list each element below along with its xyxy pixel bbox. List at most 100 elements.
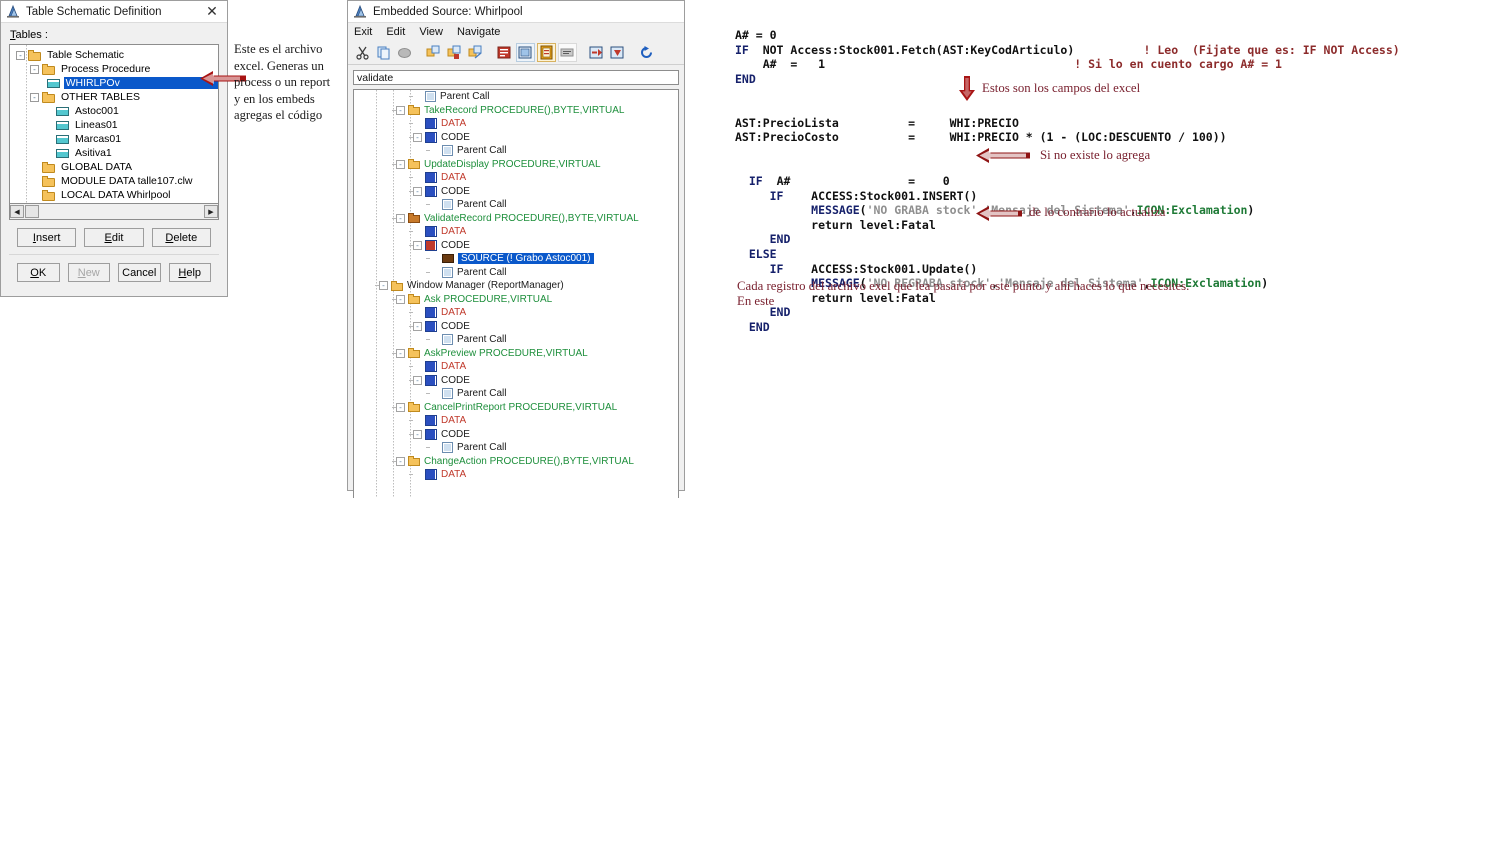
move-up-icon[interactable]	[587, 43, 606, 62]
embed-tree-item[interactable]: Parent Call	[354, 144, 678, 158]
tree-expander-icon[interactable]: -	[379, 281, 388, 291]
tables-tree-item[interactable]: MODULE DATA talle107.clw	[10, 174, 218, 188]
tree-expander-icon[interactable]: -	[30, 92, 39, 102]
embed-tree-item[interactable]: - ValidateRecord PROCEDURE(),BYTE,VIRTUAL	[354, 212, 678, 226]
folder-icon	[408, 456, 420, 467]
cancel-button[interactable]: Cancel	[118, 263, 161, 282]
tables-tree-item[interactable]: - OTHER TABLES	[10, 90, 218, 104]
button-label: Edit	[104, 231, 124, 244]
embed-tree-item[interactable]: - CODE	[354, 428, 678, 442]
tables-tree-item[interactable]: Asitiva1	[10, 146, 218, 160]
close-icon[interactable]: ✕	[201, 2, 223, 22]
embed-tree-item[interactable]: - ChangeAction PROCEDURE(),BYTE,VIRTUAL	[354, 455, 678, 469]
tree-expander-icon[interactable]: -	[396, 159, 405, 169]
tree-expander-icon[interactable]: -	[396, 213, 405, 223]
embed-tree-item[interactable]: - CODE	[354, 185, 678, 199]
embed-tree-item[interactable]: DATA	[354, 306, 678, 320]
tables-tree-item[interactable]: Lineas01	[10, 118, 218, 132]
embed-tree-item[interactable]: Parent Call	[354, 266, 678, 280]
tables-tree-hscrollbar[interactable]: ◀ ▶	[9, 204, 219, 220]
tree-expander-icon[interactable]: -	[16, 50, 25, 60]
menu-item-navigate[interactable]: Navigate	[457, 26, 500, 38]
tree-expander-icon[interactable]: -	[413, 321, 422, 331]
properties-icon[interactable]	[516, 42, 535, 62]
tables-tree-item[interactable]: LOCAL DATA Whirlpool	[10, 188, 218, 202]
scroll-left-arrow-icon[interactable]: ◀	[10, 205, 24, 218]
code-line: A# = 1 ! Si lo en cuento cargo A# = 1	[735, 57, 1495, 72]
tree-expander-icon[interactable]: -	[396, 294, 405, 304]
source-icon[interactable]	[495, 43, 514, 62]
tree-expander-icon[interactable]: -	[30, 64, 39, 74]
embed-tree-item[interactable]: - AskPreview PROCEDURE,VIRTUAL	[354, 347, 678, 361]
embed-tree-item[interactable]: - UpdateDisplay PROCEDURE,VIRTUAL	[354, 158, 678, 172]
tables-tree-item[interactable]: - Process Procedure	[10, 62, 218, 76]
embed-tree-item[interactable]: - CancelPrintReport PROCEDURE,VIRTUAL	[354, 401, 678, 415]
embed-tree-item[interactable]: Parent Call	[354, 198, 678, 212]
code-line: A# = 0	[735, 28, 1495, 43]
insert-button[interactable]: Insert	[17, 228, 77, 247]
code-line: IF NOT Access:Stock001.Fetch(AST:KeyCodA…	[735, 43, 1495, 58]
scroll-right-arrow-icon[interactable]: ▶	[204, 205, 218, 218]
menu-item-exit[interactable]: Exit	[354, 26, 372, 38]
embed-tree-item[interactable]: - CODE	[354, 131, 678, 145]
embed-tree-item[interactable]: Parent Call	[354, 90, 678, 104]
copy-icon[interactable]	[374, 43, 393, 62]
embed-tree-item[interactable]: - TakeRecord PROCEDURE(),BYTE,VIRTUAL	[354, 104, 678, 118]
embed-tree-item[interactable]: Parent Call	[354, 387, 678, 401]
insert-embed-icon[interactable]	[424, 43, 443, 62]
embed-tree-item[interactable]: DATA	[354, 117, 678, 131]
edit-button[interactable]: Edit	[84, 228, 144, 247]
left-annotation-note: Este es el archivo excel. Generas un pro…	[234, 42, 331, 123]
delete-embed-icon[interactable]	[445, 43, 464, 62]
embed-tree-item-label: CancelPrintReport PROCEDURE,VIRTUAL	[424, 401, 618, 413]
code-token: END	[748, 319, 770, 334]
comment-icon[interactable]	[558, 42, 577, 62]
tables-tree[interactable]: - Table Schematic - Process Procedure WHIRLP…	[9, 44, 219, 204]
tables-tree-item[interactable]: GLOBAL DATA	[10, 160, 218, 174]
table-icon	[46, 78, 60, 89]
paste-icon[interactable]	[395, 43, 414, 62]
tree-expander-icon[interactable]: -	[413, 186, 422, 196]
tree-expander-icon[interactable]: -	[413, 429, 422, 439]
tree-expander-icon[interactable]: -	[413, 132, 422, 142]
embed-tree-item[interactable]: DATA	[354, 414, 678, 428]
embed-tree-item-label: Window Manager (ReportManager)	[407, 280, 564, 292]
tables-tree-item[interactable]: WHIRLPOv	[10, 76, 218, 90]
embed-tree-item[interactable]: - CODE	[354, 320, 678, 334]
embed-tree-item[interactable]: - Window Manager (ReportManager)	[354, 279, 678, 293]
tree-expander-icon[interactable]: -	[413, 375, 422, 385]
tables-tree-item[interactable]: Astoc001	[10, 104, 218, 118]
highlighted-embed-icon[interactable]	[537, 42, 556, 62]
edit-embed-icon[interactable]	[466, 43, 485, 62]
menu-item-view[interactable]: View	[419, 26, 443, 38]
hscroll-thumb[interactable]	[25, 205, 39, 218]
tree-expander-icon[interactable]: -	[413, 240, 422, 250]
embed-tree-item-label: DATA	[441, 415, 467, 427]
embed-tree-item[interactable]: DATA	[354, 468, 678, 482]
tables-tree-item[interactable]: Marcas01	[10, 132, 218, 146]
embed-tree-item[interactable]: SOURCE (! Grabo Astoc001)	[354, 252, 678, 266]
embed-tree-item[interactable]: DATA	[354, 171, 678, 185]
embed-path-field[interactable]: validate	[353, 70, 679, 85]
tree-expander-icon[interactable]: -	[396, 456, 405, 466]
embed-tree-item[interactable]: - CODE	[354, 239, 678, 253]
help-button[interactable]: Help	[168, 263, 211, 282]
embed-tree-item[interactable]: - Ask PROCEDURE,VIRTUAL	[354, 293, 678, 307]
cut-icon[interactable]	[353, 43, 372, 62]
move-down-icon[interactable]	[608, 43, 627, 62]
menu-item-edit[interactable]: Edit	[386, 26, 405, 38]
refresh-icon[interactable]	[637, 43, 656, 62]
embed-tree-item[interactable]: - CODE	[354, 374, 678, 388]
embed-tree[interactable]: Parent Call - TakeRecord PROCEDURE(),BYTE,…	[353, 89, 679, 498]
tables-tree-item-label: WHIRLPOv	[63, 77, 218, 89]
ok-button[interactable]: OK	[17, 263, 60, 282]
tree-expander-icon[interactable]: -	[396, 348, 405, 358]
embed-tree-item[interactable]: Parent Call	[354, 441, 678, 455]
tree-expander-icon[interactable]: -	[396, 105, 405, 115]
tree-expander-icon[interactable]: -	[396, 402, 405, 412]
embed-tree-item[interactable]: DATA	[354, 360, 678, 374]
embed-tree-item[interactable]: DATA	[354, 225, 678, 239]
embed-tree-item[interactable]: Parent Call	[354, 333, 678, 347]
delete-button[interactable]: Delete	[151, 228, 211, 247]
tables-tree-item[interactable]: - Table Schematic	[10, 48, 218, 62]
